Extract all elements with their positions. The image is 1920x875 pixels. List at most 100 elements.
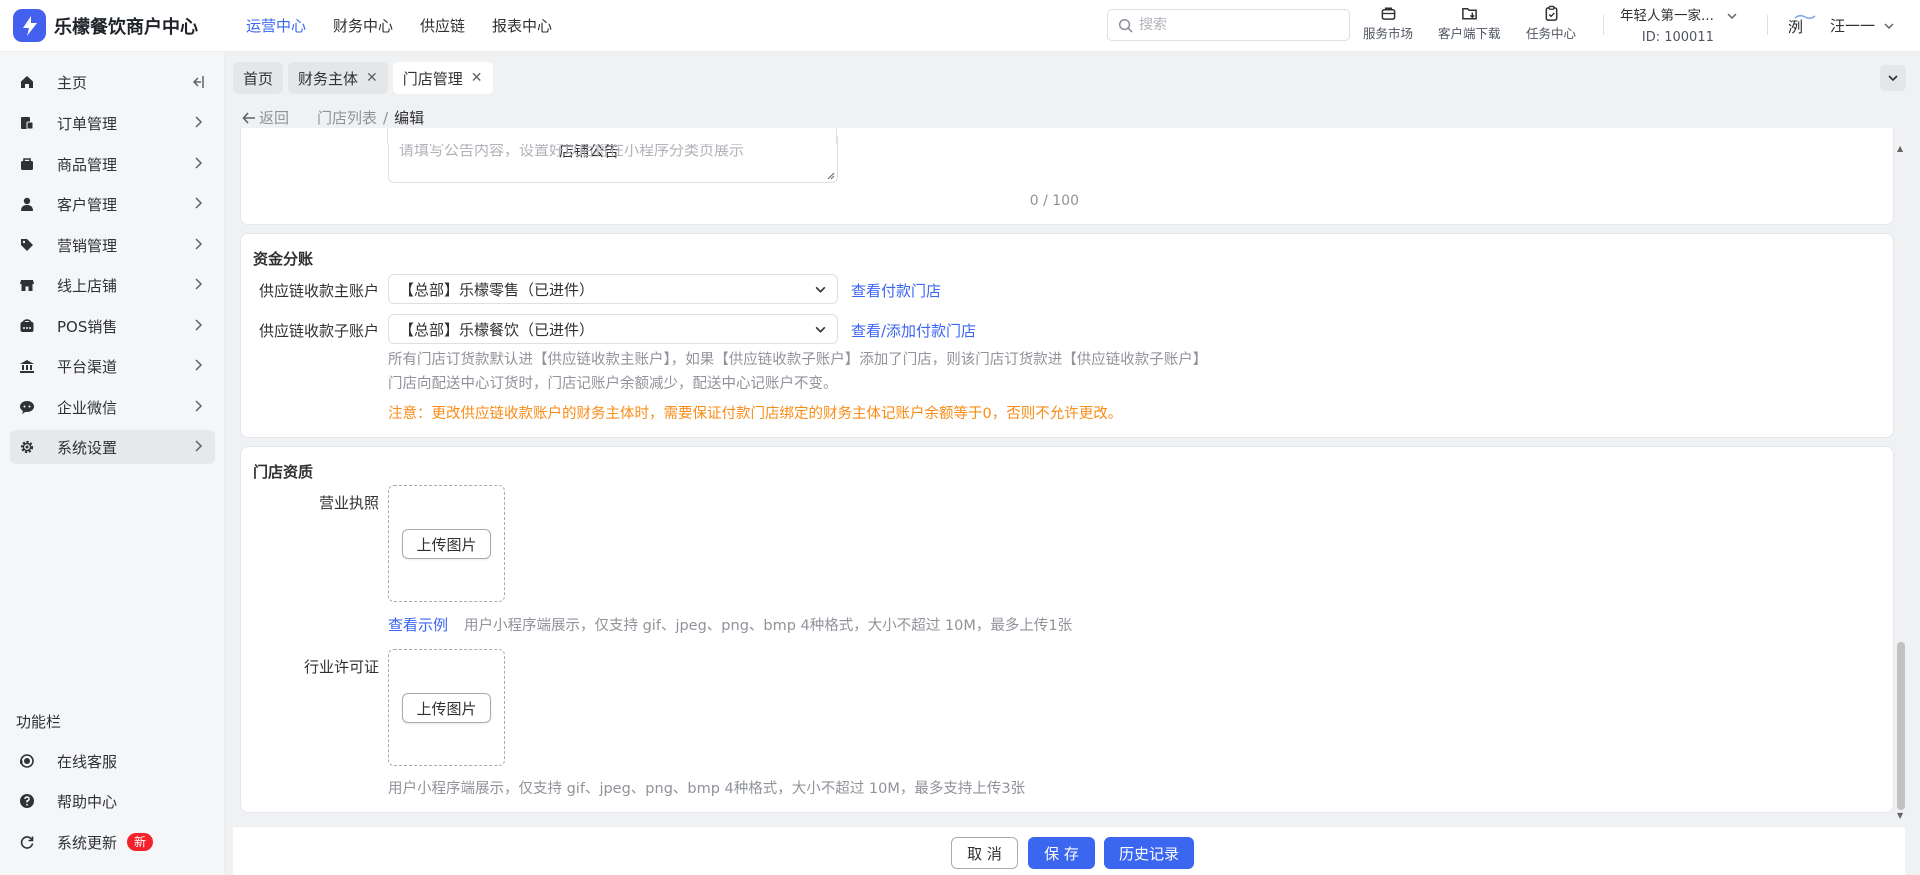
scroll-down-icon[interactable]: ▼ (1897, 811, 1903, 820)
sidebar-item-online-store[interactable]: 线上店铺 (10, 268, 215, 302)
nav-reports[interactable]: 报表中心 (492, 15, 552, 36)
sidebar-item-label: 帮助中心 (57, 792, 118, 811)
nav-finance[interactable]: 财务中心 (333, 15, 393, 36)
chevron-right-icon (191, 277, 205, 295)
sidebar-item-home[interactable]: 主页 (10, 65, 215, 99)
headset-icon (18, 752, 36, 770)
nav-supply-chain[interactable]: 供应链 (420, 15, 465, 36)
sidebar-item-wecom[interactable]: 企业微信 (10, 390, 215, 424)
sidebar-item-help[interactable]: 帮助中心 (10, 784, 215, 818)
chevron-right-icon (191, 358, 205, 376)
sidebar-item-settings[interactable]: 系统设置 (10, 430, 215, 464)
main-account-value: 【总部】乐檬零售（已进件） (399, 280, 595, 299)
collapse-sidebar-icon[interactable] (189, 74, 205, 94)
chevron-right-icon (191, 399, 205, 417)
tab-label: 首页 (243, 69, 274, 88)
upload-permit-button[interactable]: 上传图片 (402, 693, 491, 723)
nav-operations[interactable]: 运营中心 (246, 15, 306, 36)
funds-split-card: 资金分账 供应链收款主账户 【总部】乐檬零售（已进件） 查看付款门店 供应链收款… (240, 233, 1894, 438)
save-button[interactable]: 保 存 (1028, 837, 1095, 869)
breadcrumb-parent[interactable]: 门店列表 (317, 107, 377, 128)
user-menu[interactable]: 汪一一 (1830, 15, 1895, 36)
chevron-right-icon (191, 156, 205, 174)
store-name: 年轻人第一家... (1620, 8, 1714, 24)
scrollbar-thumb[interactable] (1897, 642, 1905, 810)
refresh-icon (18, 833, 36, 851)
chevron-down-icon (1884, 22, 1894, 29)
tool-label: 服务市场 (1363, 26, 1414, 41)
chevron-down-icon (815, 286, 826, 293)
sidebar-item-online-service[interactable]: 在线客服 (10, 744, 215, 778)
industry-permit-upload[interactable]: 上传图片 (388, 649, 505, 766)
store-id: ID: 100011 (1641, 30, 1714, 45)
user-name: 汪一一 (1830, 17, 1876, 35)
tab-home[interactable]: 首页 (233, 62, 284, 94)
chevron-right-icon (191, 318, 205, 336)
app-title: 乐檬餐饮商户中心 (54, 16, 198, 38)
shop-bag-icon (1381, 7, 1395, 20)
arrow-left-icon (242, 111, 255, 124)
breadcrumb-separator: / (383, 108, 389, 127)
avatar[interactable]: 洌 (1788, 14, 1816, 40)
tabs-dropdown-button[interactable] (1880, 65, 1906, 91)
tab-finance-entity[interactable]: 财务主体 ✕ (288, 62, 388, 94)
business-license-upload[interactable]: 上传图片 (388, 485, 505, 602)
close-icon[interactable]: ✕ (366, 70, 378, 86)
store-switcher[interactable]: 年轻人第一家... ID: 100011 (1620, 5, 1738, 49)
sidebar-item-label: 客户管理 (57, 195, 118, 214)
breadcrumb: 返回 门店列表 / 编辑 (242, 107, 424, 128)
app-logo[interactable]: 乐檬餐饮商户中心 (13, 9, 198, 42)
upload-license-button[interactable]: 上传图片 (402, 529, 491, 559)
sidebar-item-pos[interactable]: POS销售 (10, 309, 215, 343)
funds-title: 资金分账 (253, 250, 314, 268)
main-account-select[interactable]: 【总部】乐檬零售（已进件） (388, 274, 838, 304)
announcement-counter: 0 / 100 (1029, 193, 1079, 209)
sidebar-item-products[interactable]: 商品管理 (10, 147, 215, 181)
sidebar-item-label: 线上店铺 (57, 276, 118, 295)
tab-store-management[interactable]: 门店管理 ✕ (392, 62, 493, 94)
funds-hint-1: 所有门店订货款默认进【供应链收款主账户】，如果【供应链收款子账户】添加了门店，则… (388, 352, 1208, 368)
task-center-button[interactable]: 任务中心 (1526, 5, 1576, 42)
sidebar-item-label: 企业微信 (57, 398, 118, 417)
sidebar-item-channels[interactable]: 平台渠道 (10, 349, 215, 383)
scroll-up-icon[interactable]: ▲ (1897, 144, 1903, 153)
qualification-title: 门店资质 (253, 463, 314, 481)
view-example-link[interactable]: 查看示例 (388, 614, 448, 635)
permit-hint: 用户小程序端展示，仅支持 gif、jpeg、png、bmp 4种格式，大小不超过… (388, 781, 1026, 797)
sidebar-item-label: 营销管理 (57, 236, 118, 255)
view-payer-stores-link[interactable]: 查看付款门店 (851, 280, 941, 301)
store-icon (18, 276, 36, 294)
sidebar-item-update[interactable]: 系统更新 新 (10, 825, 215, 859)
home-icon (18, 73, 36, 91)
main-account-label: 供应链收款主账户 (258, 282, 379, 300)
search-box[interactable] (1107, 9, 1350, 41)
divider (1603, 15, 1604, 35)
tab-bar: 首页 财务主体 ✕ 门店管理 ✕ (233, 62, 498, 94)
chevron-down-icon (815, 326, 826, 333)
search-input[interactable] (1139, 17, 1329, 33)
avatar-mark-icon (1794, 14, 1816, 20)
wechat-icon (18, 398, 36, 416)
service-market-button[interactable]: 服务市场 (1363, 5, 1413, 42)
sidebar-item-orders[interactable]: 订单管理 (10, 106, 215, 140)
sidebar-item-label: 在线客服 (57, 752, 118, 771)
add-payer-stores-link[interactable]: 查看/添加付款门店 (851, 320, 976, 341)
sidebar-item-marketing[interactable]: 营销管理 (10, 228, 215, 262)
history-button[interactable]: 历史记录 (1104, 837, 1194, 869)
client-download-button[interactable]: 客户端下载 (1438, 5, 1501, 42)
funds-warning: 注意：更改供应链收款账户的财务主体时，需要保证付款门店绑定的财务主体记账户余额等… (388, 406, 1123, 422)
sidebar-item-label: 系统更新 (57, 833, 118, 852)
sub-account-label: 供应链收款子账户 (258, 322, 379, 340)
sub-account-select[interactable]: 【总部】乐檬餐饮（已进件） (388, 314, 838, 344)
user-icon (18, 195, 36, 213)
tab-label: 门店管理 (402, 69, 463, 88)
cancel-button[interactable]: 取 消 (951, 837, 1018, 869)
sidebar-item-customers[interactable]: 客户管理 (10, 187, 215, 221)
chevron-right-icon (191, 115, 205, 133)
back-link[interactable]: 返回 (242, 107, 289, 128)
close-icon[interactable]: ✕ (471, 70, 483, 86)
sidebar-item-label: 商品管理 (57, 155, 118, 174)
back-label: 返回 (259, 109, 290, 127)
chevron-right-icon (191, 237, 205, 255)
new-badge: 新 (127, 833, 154, 851)
